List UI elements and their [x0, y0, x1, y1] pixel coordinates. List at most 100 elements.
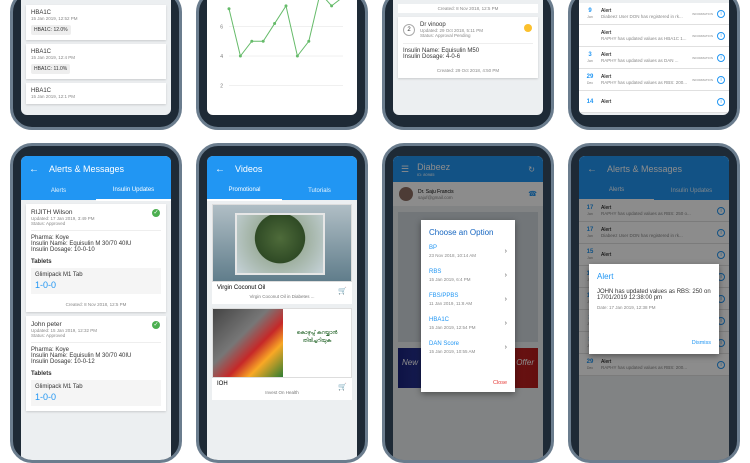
- back-arrow-icon[interactable]: ←: [29, 164, 39, 175]
- doctor-card[interactable]: 2 Dr vinoop Updated: 29 Oct 2018, 5:11 P…: [398, 17, 538, 78]
- alert-body: RAPHY has updated values as HBA1C 1...: [601, 36, 687, 41]
- y-tick-label: 8: [220, 0, 223, 1]
- info-icon[interactable]: i: [717, 31, 725, 40]
- tab-alerts[interactable]: Alerts: [21, 182, 96, 200]
- alert-day: 14: [586, 98, 594, 105]
- option-fbs-ppbs[interactable]: FBS/PPBS 11 Jan 2019, 11:8 AM ›: [421, 289, 515, 313]
- alert-body: RAPHY has updated values as DAN ...: [601, 58, 679, 63]
- info-icon[interactable]: i: [717, 75, 725, 84]
- dialog-date: Date: 17 Jan 2019, 12:38 PM: [597, 305, 656, 310]
- insulin-update-card[interactable]: ✓ RIJITH Wilson Updated: 17 Jan 2019, 3:…: [26, 204, 166, 312]
- alert-row[interactable]: 9 Jan Alert Diabeez User DON has registere…: [579, 3, 729, 25]
- data-point[interactable]: [227, 7, 231, 11]
- dialog-title: Alert: [597, 272, 614, 281]
- tablet-dose: 1-0-0: [35, 280, 57, 290]
- hba1c-card[interactable]: HBA1C 15 Jan 2019, 12:52 PM HBA1C: 12.0%: [26, 5, 166, 40]
- video-title: IOH: [217, 381, 228, 387]
- data-point[interactable]: [261, 39, 265, 43]
- ad-text: കൊഴുപ്പ് കുറയ്ക്കാൻ തിരിച്ചറിയുക: [296, 330, 338, 344]
- alert-day: 9: [588, 7, 592, 14]
- tab-insulin-updates[interactable]: Insulin Updates: [96, 181, 171, 201]
- alert-date: 9 Jan: [583, 8, 597, 20]
- patient-name: John peter: [31, 321, 62, 328]
- chevron-right-icon: ›: [504, 296, 507, 303]
- series-line: [228, 0, 340, 58]
- alert-row[interactable]: 14 Alert i: [579, 91, 729, 113]
- doctor-number-circle: 2: [403, 24, 415, 36]
- data-point[interactable]: [284, 4, 288, 8]
- close-button[interactable]: Close: [493, 380, 507, 386]
- tab-bar: Promotional Tutorials: [207, 181, 357, 201]
- tab-promotional[interactable]: Promotional: [207, 181, 282, 201]
- video-subtitle: Invest On Health: [265, 390, 299, 395]
- data-point[interactable]: [330, 4, 334, 8]
- tablet-box: Glimipack M1 Tab 1-0-0: [31, 380, 161, 406]
- info-icon[interactable]: i: [717, 53, 725, 62]
- alert-date: 14: [583, 99, 597, 105]
- info-icon[interactable]: i: [717, 9, 725, 18]
- choose-option-dialog: Choose an Option BP 23 Nov 2018, 10:14 A…: [421, 220, 515, 392]
- tab-bar: Alerts Insulin Updates: [21, 181, 171, 201]
- alert-row[interactable]: 3 Jan Alert RAPHY has updated values as DA…: [579, 47, 729, 69]
- alert-row[interactable]: Alert RAPHY has updated values as HBA1C 1…: [579, 25, 729, 47]
- tablets-heading: Tablets: [31, 371, 52, 377]
- hba1c-card[interactable]: HBA1C 15 Jan 2019, 12:4 PM HBA1C: 11.0%: [26, 44, 166, 79]
- video-thumbnail-nutrition[interactable]: കൊഴുപ്പ് കുറയ്ക്കാൻ തിരിച്ചറിയുക: [212, 308, 352, 378]
- video-item[interactable]: IOH Invest On Health 🛒: [212, 378, 352, 400]
- info-icon[interactable]: i: [717, 97, 725, 106]
- alert-tag: INFORMATION: [692, 11, 713, 16]
- dashboard-screen: ☰ Diabeez ID: 80985 ↻ Dr. Saju Francis s…: [393, 156, 543, 460]
- alert-row[interactable]: 29 Dec Alert RAPHY has updated values as R…: [579, 69, 729, 91]
- card-date: 15 Jan 2019, 12:4 PM: [31, 55, 76, 60]
- insulin-screen: Created: 8 Nov 2018, 12:5 PM 2 Dr vinoop…: [393, 0, 543, 115]
- option-date: 15 Jan 2019, 10:55 AM: [429, 349, 476, 354]
- dialog-message: JOHN has updated values as RBS: 250 on 1…: [597, 289, 711, 301]
- option-rbs[interactable]: RBS 15 Jan 2019, 6:4 PM ›: [421, 265, 515, 289]
- data-point[interactable]: [273, 22, 277, 26]
- cart-icon[interactable]: 🛒: [338, 287, 347, 295]
- hba1c-value: HBA1C: 11.0%: [31, 64, 71, 74]
- video-subtitle: Virgin Coconut Oil in Diabetes ...: [249, 294, 315, 299]
- video-item[interactable]: Virgin Coconut Oil Virgin Coconut Oil in…: [212, 282, 352, 304]
- insulin-update-card[interactable]: ✓ John peter Updated: 15 Jan 2019, 12:32…: [26, 316, 166, 411]
- tab-tutorials[interactable]: Tutorials: [282, 182, 357, 200]
- alert-text: Alert Diabeez User DON has registered in …: [597, 8, 692, 19]
- data-point[interactable]: [307, 39, 311, 43]
- data-point[interactable]: [295, 54, 299, 58]
- alert-date: 29 Dec: [583, 74, 597, 86]
- tablet-name: Glimipack M1 Tab: [35, 384, 83, 390]
- hba1c-card[interactable]: HBA1C 15 Jan 2019, 12:1 PM: [26, 83, 166, 104]
- phone-alert-list: 9 Jan Alert Diabeez User DON has registere…: [568, 0, 740, 130]
- phone-alert-dialog: ← Alerts & Messages Alerts Insulin Updat…: [568, 143, 740, 463]
- chevron-right-icon: ›: [504, 320, 507, 327]
- option-label: FBS/PPBS: [429, 293, 459, 299]
- option-date: 11 Jan 2019, 11:8 AM: [429, 301, 473, 306]
- alert-text: Alert RAPHY has updated values as RBS: 20…: [597, 74, 692, 85]
- cart-icon[interactable]: 🛒: [338, 383, 347, 391]
- data-point[interactable]: [238, 54, 242, 58]
- option-label: HBA1C: [429, 317, 450, 323]
- insulin-dosage: Insulin Dosage: 4-0-6: [403, 54, 461, 60]
- alert-dialog: Alert JOHN has updated values as RBS: 25…: [589, 264, 719, 354]
- palm-tree-image: [235, 213, 325, 275]
- option-date: 23 Nov 2018, 10:14 AM: [429, 253, 477, 258]
- phone-chart: 8 6 4 2: [196, 0, 368, 130]
- alert-body: RAPHY has updated values as RBS: 200...: [601, 80, 687, 85]
- y-tick-label: 4: [220, 54, 223, 60]
- tablet-name: Glimipack M1 Tab: [35, 272, 83, 278]
- option-hba1c[interactable]: HBA1C 15 Jan 2019, 12:54 PM ›: [421, 313, 515, 337]
- option-dan-score[interactable]: DAN Score 15 Jan 2019, 10:55 AM ›: [421, 337, 515, 361]
- tablet-dose: 1-0-0: [35, 392, 57, 402]
- back-arrow-icon[interactable]: ←: [215, 164, 225, 175]
- alert-list-screen: 9 Jan Alert Diabeez User DON has registere…: [579, 0, 729, 115]
- page-title: Videos: [235, 164, 263, 174]
- status-label: Status: Approved: [31, 333, 66, 338]
- option-label: BP: [429, 245, 438, 251]
- data-point[interactable]: [250, 39, 254, 43]
- video-thumbnail-coconut[interactable]: [212, 204, 352, 282]
- tablet-box: Glimipack M1 Tab 1-0-0: [31, 268, 161, 294]
- option-bp[interactable]: BP 23 Nov 2018, 10:14 AM ›: [421, 241, 515, 265]
- line-chart: 8 6 4 2: [220, 0, 343, 90]
- created-label: Created: 8 Nov 2018, 12:5 PM: [398, 4, 538, 13]
- dismiss-button[interactable]: Dismiss: [692, 340, 711, 346]
